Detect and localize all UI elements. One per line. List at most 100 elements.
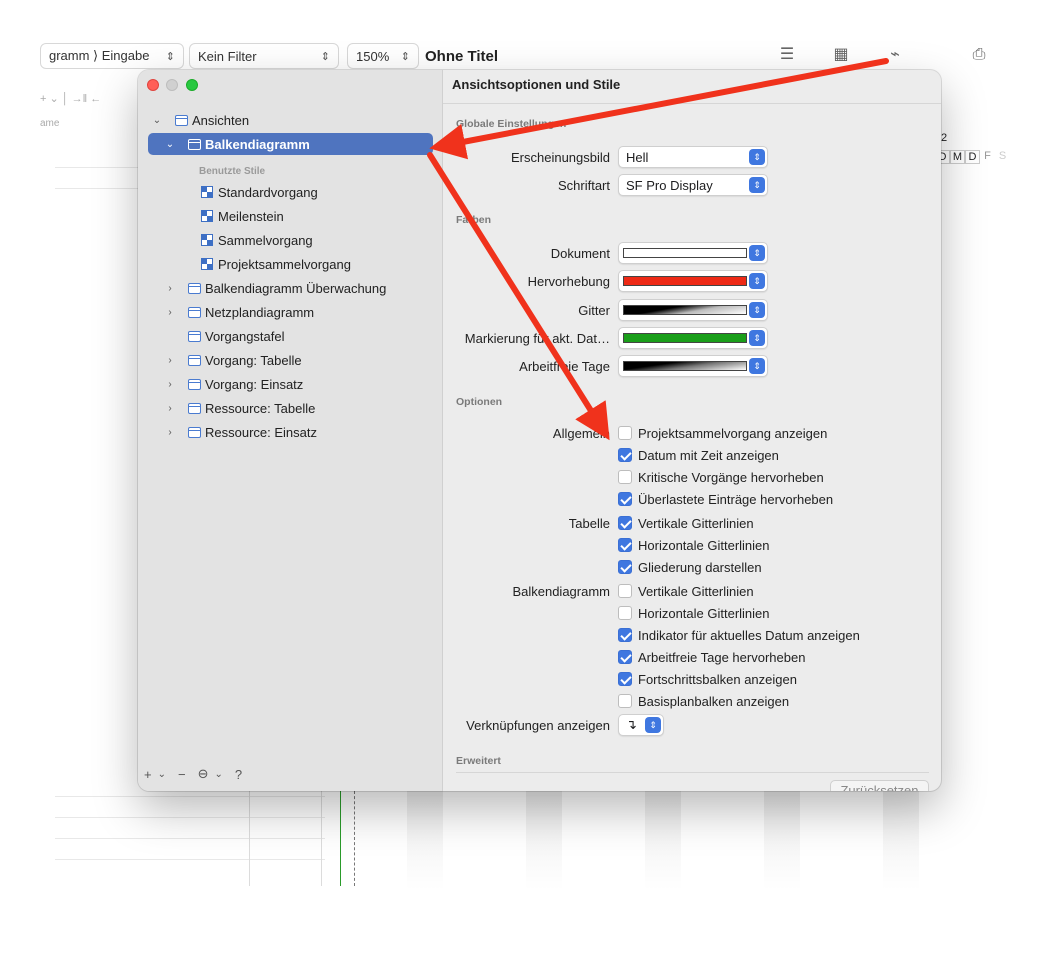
font-popup[interactable]: SF Pro Display ⇕	[618, 174, 768, 196]
checkbox[interactable]	[618, 694, 632, 708]
checkbox[interactable]	[618, 672, 632, 686]
font-value: SF Pro Display	[626, 177, 713, 193]
checkbox[interactable]	[618, 470, 632, 484]
chevron-down-icon[interactable]: ⌄	[158, 769, 166, 780]
color-well-grid[interactable]: ⇕	[618, 299, 768, 321]
style-icon	[201, 186, 213, 198]
sidebar-item-resource-table[interactable]: › Ressource: Tabelle	[138, 397, 443, 419]
advanced-heading: Erweitert	[456, 755, 501, 767]
option-label: Vertikale Gitterlinien	[638, 583, 754, 599]
filter-selector-label: Kein Filter	[198, 48, 257, 64]
sidebar-item-task-board[interactable]: Vorgangstafel	[138, 325, 443, 347]
grid-line	[55, 838, 325, 839]
color-well-current-date[interactable]: ⇕	[618, 327, 768, 349]
checkbox[interactable]	[618, 538, 632, 552]
color-well-document[interactable]: ⇕	[618, 242, 768, 264]
option-current-date-indicator[interactable]: Indikator für aktuelles Datum anzeigen	[618, 626, 860, 644]
option-gantt-vertical-grid[interactable]: Vertikale Gitterlinien	[618, 582, 754, 600]
sidebar-item-views[interactable]: ⌄ Ansichten	[138, 109, 443, 131]
color-swatch	[623, 333, 747, 343]
option-table-outline[interactable]: Gliederung darstellen	[618, 558, 762, 576]
font-label: Schriftart	[557, 178, 610, 193]
add-style-button[interactable]: +	[144, 767, 152, 782]
sidebar-item-style[interactable]: Meilenstein	[138, 205, 443, 227]
chevron-right-icon[interactable]: ›	[164, 427, 176, 438]
non-working-day-column	[526, 790, 562, 890]
sidebar-item-label: Balkendiagramm	[205, 136, 310, 152]
sidebar-item-label: Vorgang: Einsatz	[205, 376, 304, 392]
filter-selector[interactable]: Kein Filter ⇕	[189, 43, 339, 69]
chevron-right-icon[interactable]: ›	[164, 355, 176, 366]
checkbox[interactable]	[618, 492, 632, 506]
checkbox[interactable]	[618, 606, 632, 620]
sidebar-item-gantt-tracking[interactable]: › Balkendiagramm Überwachung	[138, 277, 443, 299]
checkbox[interactable]	[618, 426, 632, 440]
checkbox[interactable]	[618, 650, 632, 664]
option-overallocated[interactable]: Überlastete Einträge hervorheben	[618, 490, 833, 508]
option-highlight-nonworking[interactable]: Arbeitfreie Tage hervorheben	[618, 648, 805, 666]
option-project-summary[interactable]: Projektsammelvorgang anzeigen	[618, 424, 827, 442]
links-popup[interactable]: ↴ ⇕	[618, 714, 664, 736]
remove-style-button[interactable]: −	[178, 767, 186, 782]
chevron-right-icon[interactable]: ›	[164, 379, 176, 390]
sidebar-item-task-table[interactable]: › Vorgang: Tabelle	[138, 349, 443, 371]
view-selector[interactable]: gramm ⟩ Eingabe ⇕	[40, 43, 184, 69]
help-button[interactable]: ?	[235, 767, 242, 782]
sidebar-item-label: Standardvorgang	[218, 184, 318, 200]
chevron-down-icon[interactable]: ⌄	[214, 769, 222, 780]
sidebar-item-gantt[interactable]: ⌄ Balkendiagramm	[148, 133, 433, 155]
link-style-icon: ↴	[626, 717, 637, 732]
sidebar-item-label: Ansichten	[192, 112, 250, 128]
chevron-right-icon[interactable]: ›	[164, 307, 176, 318]
option-progress-bars[interactable]: Fortschrittsbalken anzeigen	[618, 670, 797, 688]
color-swatch	[623, 276, 747, 286]
minimize-window-button[interactable]	[166, 79, 178, 91]
close-window-button[interactable]	[147, 79, 159, 91]
sidebar-item-style[interactable]: Projektsammelvorgang	[138, 253, 443, 275]
color-well-nonworking-days[interactable]: ⇕	[618, 355, 768, 377]
sidebar-item-resource-usage[interactable]: › Ressource: Einsatz	[138, 421, 443, 443]
table-label: Tabelle	[568, 516, 610, 531]
option-baseline-bars[interactable]: Basisplanbalken anzeigen	[618, 692, 789, 710]
zoom-selector[interactable]: 150% ⇕	[347, 43, 419, 69]
option-gantt-horizontal-grid[interactable]: Horizontale Gitterlinien	[618, 604, 770, 622]
reset-button[interactable]: Zurücksetzen	[830, 780, 929, 791]
paintbrush-icon[interactable]: ⌁	[884, 44, 906, 66]
chevron-updown-icon: ⇕	[749, 177, 765, 193]
more-actions-button[interactable]: ⊖	[198, 766, 209, 782]
chevron-right-icon[interactable]: ›	[164, 283, 176, 294]
checkbox[interactable]	[618, 448, 632, 462]
option-table-vertical-grid[interactable]: Vertikale Gitterlinien	[618, 514, 754, 532]
option-label: Kritische Vorgänge hervorheben	[638, 469, 824, 485]
sidebar-item-style[interactable]: Sammelvorgang	[138, 229, 443, 251]
print-icon[interactable]: ⎙	[968, 44, 990, 66]
sidebar-item-network[interactable]: › Netzplandiagramm	[138, 301, 443, 323]
sidebar-item-style[interactable]: Standardvorgang	[138, 181, 443, 203]
chevron-right-icon[interactable]: ›	[164, 403, 176, 414]
zoom-window-button[interactable]	[186, 79, 198, 91]
color-well-highlight[interactable]: ⇕	[618, 270, 768, 292]
calendar-icon[interactable]: ▦	[830, 44, 852, 66]
checkbox[interactable]	[618, 560, 632, 574]
options-heading: Optionen	[456, 396, 503, 408]
grid-divider	[249, 791, 250, 886]
checkbox[interactable]	[618, 584, 632, 598]
chevron-down-icon[interactable]: ⌄	[151, 115, 163, 126]
dialog-title: Ansichtsoptionen und Stile	[452, 77, 621, 92]
checkbox[interactable]	[618, 628, 632, 642]
option-table-horizontal-grid[interactable]: Horizontale Gitterlinien	[618, 536, 770, 554]
option-date-with-time[interactable]: Datum mit Zeit anzeigen	[618, 446, 779, 464]
appearance-popup[interactable]: Hell ⇕	[618, 146, 768, 168]
view-icon	[188, 282, 201, 294]
global-settings-heading: Globale Einstellungen	[456, 118, 567, 130]
checkbox[interactable]	[618, 516, 632, 530]
option-label: Vertikale Gitterlinien	[638, 515, 754, 531]
timeline-days: D M D F S	[935, 150, 1010, 164]
color-label: Arbeitfreie Tage	[519, 359, 610, 374]
sidebar-item-label: Vorgang: Tabelle	[205, 352, 302, 368]
sliders-icon[interactable]: ☰	[776, 44, 798, 66]
sidebar-item-task-usage[interactable]: › Vorgang: Einsatz	[138, 373, 443, 395]
option-critical-tasks[interactable]: Kritische Vorgänge hervorheben	[618, 468, 824, 486]
option-label: Überlastete Einträge hervorheben	[638, 491, 834, 507]
chevron-down-icon[interactable]: ⌄	[164, 139, 176, 150]
